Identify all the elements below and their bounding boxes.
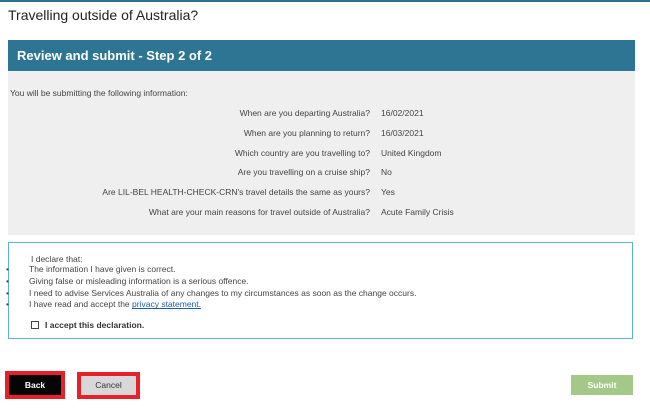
declaration-item-text: I need to advise Services Australia of a… <box>29 287 417 298</box>
declaration-box: I declare that: • The information I have… <box>6 242 633 339</box>
privacy-prefix: I have read and accept the <box>29 299 133 310</box>
summary-answer: Yes <box>381 187 395 198</box>
summary-row-return: When are you planning to return? 16/03/2… <box>8 128 635 148</box>
review-panel-header: Review and submit - Step 2 of 2 <box>8 40 635 71</box>
summary-row-cruise: Are you travelling on a cruise ship? No <box>8 167 635 187</box>
summary-question: Are you travelling on a cruise ship? <box>237 167 370 178</box>
review-intro: You will be submitting the following inf… <box>10 88 188 98</box>
cancel-button[interactable]: Cancel <box>81 376 136 395</box>
accept-declaration-row[interactable]: I accept this declaration. <box>31 320 144 330</box>
declaration-item-privacy: • I have read and accept the privacy sta… <box>6 299 416 311</box>
declaration-item: • Giving false or misleading information… <box>6 275 416 288</box>
bullet-icon: • <box>6 299 9 310</box>
bullet-icon: • <box>6 275 9 286</box>
privacy-statement-link[interactable]: privacy statement. <box>132 299 201 309</box>
summary-answer: No <box>381 167 392 178</box>
summary-row-same-details: Are LIL-BEL HEALTH-CHECK-CRN's travel de… <box>8 187 635 207</box>
bullet-icon: • <box>6 264 9 274</box>
summary-row-departure: When are you departing Australia? 16/02/… <box>8 108 635 128</box>
review-panel: Review and submit - Step 2 of 2 You will… <box>8 40 635 235</box>
summary-row-country: Which country are you travelling to? Uni… <box>8 148 635 168</box>
summary-answer: Acute Family Crisis <box>381 206 454 217</box>
declaration-item: • The information I have given is correc… <box>6 264 416 276</box>
summary-answer: 16/02/2021 <box>381 108 424 118</box>
summary-answer: United Kingdom <box>381 147 442 158</box>
summary-answer: 16/03/2021 <box>381 127 424 138</box>
accept-declaration-label[interactable]: I accept this declaration. <box>45 320 144 330</box>
declaration-item: • I need to advise Services Australia of… <box>6 287 417 300</box>
accept-declaration-checkbox[interactable] <box>31 321 39 329</box>
declaration-item-text: The information I have given is correct. <box>29 264 176 274</box>
declaration-heading: I declare that: <box>31 254 83 264</box>
back-button[interactable]: Back <box>9 375 61 395</box>
page-title: Travelling outside of Australia? <box>8 7 199 23</box>
summary-question: Which country are you travelling to? <box>234 147 370 158</box>
summary-question: What are your main reasons for travel ou… <box>148 206 370 217</box>
summary-question: When are you planning to return? <box>243 127 370 138</box>
declaration-item-text: Giving false or misleading information i… <box>29 275 249 286</box>
summary-row-reasons: What are your main reasons for travel ou… <box>8 207 635 227</box>
summary-question: Are LIL-BEL HEALTH-CHECK-CRN's travel de… <box>102 187 370 198</box>
review-summary: When are you departing Australia? 16/02/… <box>8 108 635 227</box>
declaration-list: • The information I have given is correc… <box>6 264 417 311</box>
top-rule <box>0 0 650 2</box>
submit-button[interactable]: Submit <box>571 375 633 395</box>
bullet-icon: • <box>6 287 9 298</box>
summary-question: When are you departing Australia? <box>239 108 370 118</box>
